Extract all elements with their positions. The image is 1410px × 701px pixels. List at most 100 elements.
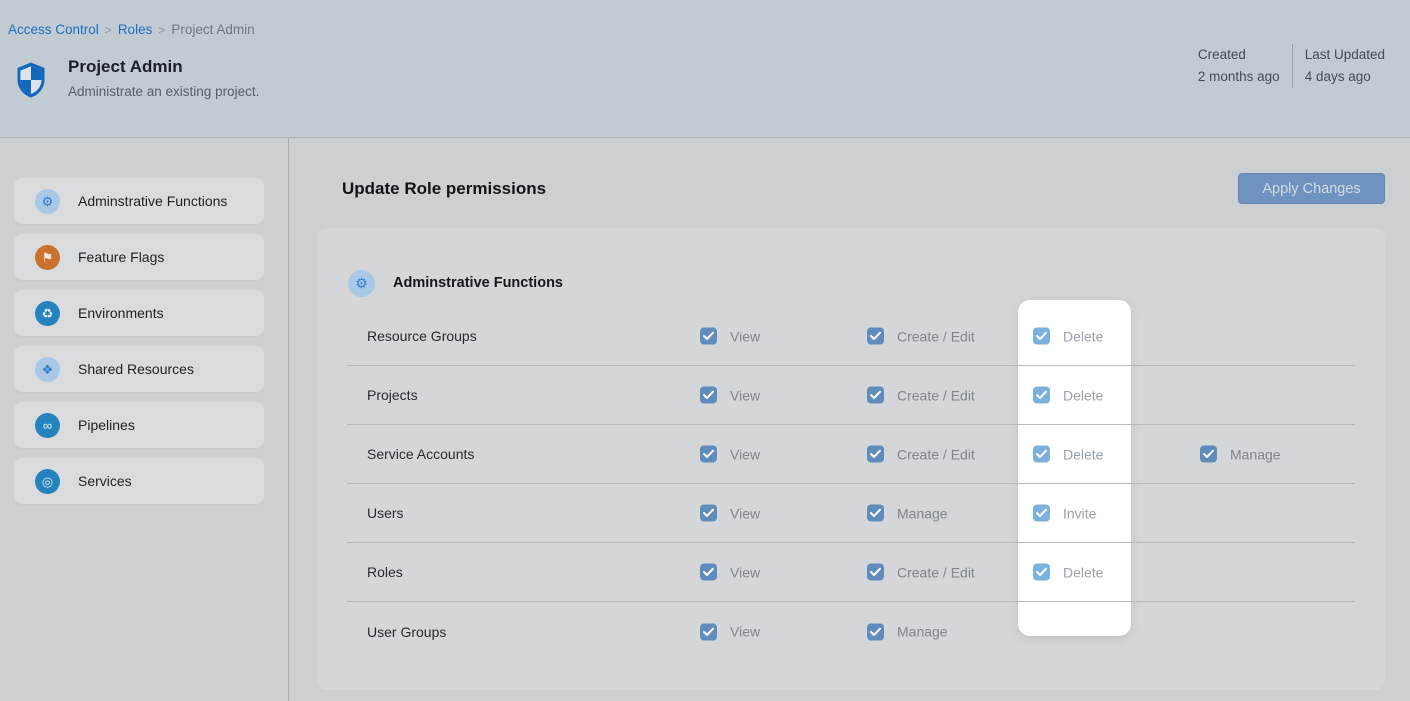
pipeline-icon: ∞ xyxy=(35,413,60,438)
sidebar-item-shared-resources[interactable]: ❖ Shared Resources xyxy=(14,346,264,392)
sidebar-item-environments[interactable]: ♻ Environments xyxy=(14,290,264,336)
sidebar-item-label: Pipelines xyxy=(78,417,135,433)
created-label: Created xyxy=(1198,44,1280,66)
breadcrumb-current: Project Admin xyxy=(171,22,254,37)
checkbox[interactable] xyxy=(867,623,884,640)
checkbox[interactable] xyxy=(867,387,884,404)
permission-label: Delete xyxy=(1063,446,1103,462)
flag-icon: ⚑ xyxy=(35,245,60,270)
permission-label: View xyxy=(730,624,760,640)
permission-cell: Delete xyxy=(1033,564,1103,581)
role-meta: Created 2 months ago Last Updated 4 days… xyxy=(1198,44,1385,88)
checkbox[interactable] xyxy=(867,564,884,581)
row-label: Service Accounts xyxy=(367,446,474,462)
table-row: Projects View Create / Edit Delete xyxy=(347,366,1355,425)
checkbox[interactable] xyxy=(1200,446,1217,463)
permission-cell: View xyxy=(700,623,760,640)
permission-label: View xyxy=(730,328,760,344)
page-subtitle: Administrate an existing project. xyxy=(68,84,259,99)
checkbox[interactable] xyxy=(867,446,884,463)
checkbox[interactable] xyxy=(700,623,717,640)
permission-label: View xyxy=(730,446,760,462)
gear-icon: ⚙ xyxy=(348,270,375,297)
row-label: Projects xyxy=(367,387,418,403)
permission-cell: Create / Edit xyxy=(867,387,975,404)
permission-label: Delete xyxy=(1063,564,1103,580)
row-label: Users xyxy=(367,505,404,521)
sidebar-item-services[interactable]: ◎ Services xyxy=(14,458,264,504)
checkbox[interactable] xyxy=(700,505,717,522)
row-label: Resource Groups xyxy=(367,328,477,344)
permission-cell: Manage xyxy=(867,623,948,640)
sidebar-item-label: Feature Flags xyxy=(78,249,164,265)
permission-cell: Invite xyxy=(1033,505,1096,522)
permission-label: View xyxy=(730,505,760,521)
apply-changes-button[interactable]: Apply Changes xyxy=(1238,173,1385,204)
permission-label: Manage xyxy=(897,505,948,521)
shield-icon xyxy=(14,60,48,102)
permission-label: Create / Edit xyxy=(897,564,975,580)
checkbox[interactable] xyxy=(700,387,717,404)
permission-cell: View xyxy=(700,387,760,404)
checkbox[interactable] xyxy=(1033,505,1050,522)
table-row: Roles View Create / Edit Delete xyxy=(347,543,1355,602)
breadcrumb-link[interactable]: Access Control xyxy=(8,22,99,37)
permission-label: View xyxy=(730,387,760,403)
permission-label: View xyxy=(730,564,760,580)
permission-cell: Delete xyxy=(1033,387,1103,404)
permissions-sidebar: ⚙ Adminstrative Functions ⚑ Feature Flag… xyxy=(0,138,289,701)
permission-label: Delete xyxy=(1063,328,1103,344)
sidebar-item-pipelines[interactable]: ∞ Pipelines xyxy=(14,402,264,448)
permission-cell: Create / Edit xyxy=(867,564,975,581)
permission-label: Invite xyxy=(1063,505,1096,521)
permission-cell: View xyxy=(700,328,760,345)
permissions-card: ⚙ Adminstrative Functions Resource Group… xyxy=(317,228,1385,690)
permission-cell: Manage xyxy=(1200,446,1281,463)
checkbox[interactable] xyxy=(700,564,717,581)
table-row: Resource Groups View Create / Edit Delet… xyxy=(347,307,1355,366)
breadcrumb: Access Control>Roles>Project Admin xyxy=(8,22,255,37)
table-row: Users View Manage Invite xyxy=(347,484,1355,543)
role-identity: Project Admin Administrate an existing p… xyxy=(14,57,259,102)
table-row: User Groups View Manage xyxy=(347,602,1355,661)
permission-cell: View xyxy=(700,505,760,522)
section-heading: Update Role permissions xyxy=(342,179,546,199)
permission-label: Delete xyxy=(1063,387,1103,403)
permission-cell: Create / Edit xyxy=(867,446,975,463)
page-title: Project Admin xyxy=(68,57,259,77)
permission-cell: View xyxy=(700,446,760,463)
permission-label: Create / Edit xyxy=(897,387,975,403)
permissions-table: Resource Groups View Create / Edit Delet… xyxy=(347,307,1355,661)
page-header: Access Control>Roles>Project Admin Proje… xyxy=(0,0,1410,138)
environment-icon: ♻ xyxy=(35,301,60,326)
checkbox[interactable] xyxy=(1033,446,1050,463)
shared-resources-icon: ❖ xyxy=(35,357,60,382)
permission-label: Manage xyxy=(897,624,948,640)
breadcrumb-separator-icon: > xyxy=(105,23,112,37)
card-section-title: Adminstrative Functions xyxy=(393,275,563,291)
checkbox[interactable] xyxy=(1033,564,1050,581)
checkbox[interactable] xyxy=(1033,387,1050,404)
checkbox[interactable] xyxy=(867,328,884,345)
permission-label: Create / Edit xyxy=(897,446,975,462)
services-icon: ◎ xyxy=(35,469,60,494)
checkbox[interactable] xyxy=(700,328,717,345)
permission-cell: Manage xyxy=(867,505,948,522)
sidebar-item-feature-flags[interactable]: ⚑ Feature Flags xyxy=(14,234,264,280)
checkbox[interactable] xyxy=(700,446,717,463)
last-updated-value: 4 days ago xyxy=(1305,66,1385,88)
sidebar-item-adminstrative-functions[interactable]: ⚙ Adminstrative Functions xyxy=(14,178,264,224)
row-label: Roles xyxy=(367,564,403,580)
gear-icon: ⚙ xyxy=(35,189,60,214)
permission-cell: Create / Edit xyxy=(867,328,975,345)
breadcrumb-link[interactable]: Roles xyxy=(118,22,153,37)
main-content: Update Role permissions Apply Changes ⚙ … xyxy=(289,138,1410,701)
sidebar-item-label: Services xyxy=(78,473,132,489)
sidebar-item-label: Adminstrative Functions xyxy=(78,193,227,209)
sidebar-item-label: Shared Resources xyxy=(78,361,194,377)
permission-cell: Delete xyxy=(1033,328,1103,345)
checkbox[interactable] xyxy=(1033,328,1050,345)
row-label: User Groups xyxy=(367,624,446,640)
created-value: 2 months ago xyxy=(1198,66,1280,88)
checkbox[interactable] xyxy=(867,505,884,522)
